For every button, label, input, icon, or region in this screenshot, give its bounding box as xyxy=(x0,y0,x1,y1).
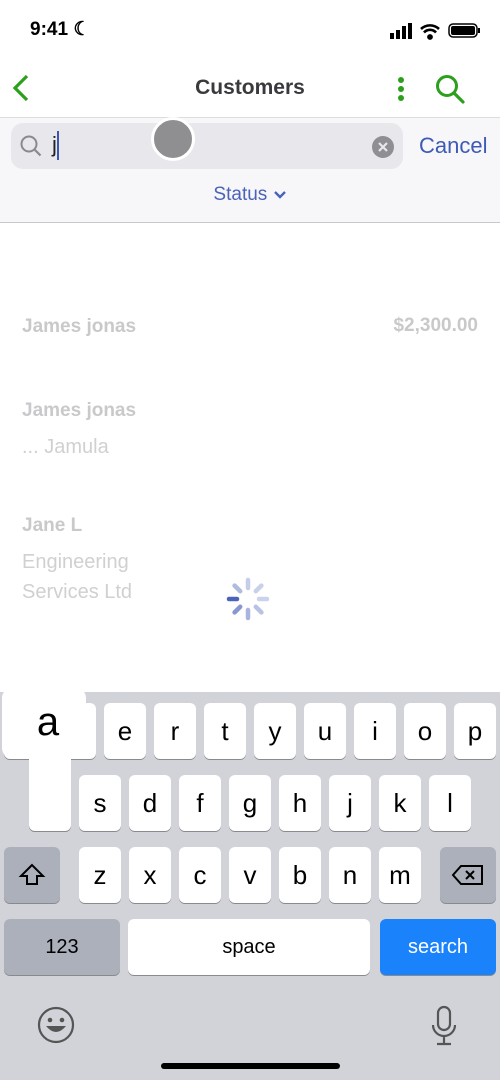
magnifier-icon xyxy=(20,135,42,157)
touch-indicator xyxy=(151,117,195,161)
key-u[interactable]: u xyxy=(304,703,346,759)
key-o[interactable]: o xyxy=(404,703,446,759)
key-p[interactable]: p xyxy=(454,703,496,759)
time: 9:41 xyxy=(30,19,69,40)
key-e[interactable]: e xyxy=(104,703,146,759)
space-key[interactable]: space xyxy=(128,919,370,975)
key-popup-letter: a xyxy=(36,700,60,744)
emoji-icon[interactable] xyxy=(36,1005,76,1045)
customer-amount: $2,300.00 xyxy=(393,315,478,336)
customer-subtitle: Engineering Services Ltd xyxy=(22,551,133,603)
search-icon[interactable] xyxy=(434,73,466,105)
key-g[interactable]: g xyxy=(229,775,271,831)
status-icons xyxy=(390,23,480,40)
key-v[interactable]: v xyxy=(229,847,271,903)
key-n[interactable]: n xyxy=(329,847,371,903)
clear-icon[interactable] xyxy=(372,136,394,158)
shift-key[interactable] xyxy=(4,847,60,903)
key-k[interactable]: k xyxy=(379,775,421,831)
status-filter-dropdown[interactable]: Status xyxy=(0,184,500,206)
shift-icon xyxy=(18,863,46,885)
key-z[interactable]: z xyxy=(79,847,121,903)
more-vertical-icon[interactable] xyxy=(396,76,406,102)
cancel-button[interactable]: Cancel xyxy=(419,133,487,159)
key-s[interactable]: s xyxy=(79,775,121,831)
home-indicator xyxy=(161,1063,340,1069)
key-t[interactable]: t xyxy=(204,703,246,759)
moon-icon: ☾ xyxy=(73,19,91,40)
loading-spinner-icon xyxy=(226,577,270,621)
customer-name[interactable]: Jane L xyxy=(22,515,82,537)
key-c[interactable]: c xyxy=(179,847,221,903)
key-b[interactable]: b xyxy=(279,847,321,903)
key-popup-stem xyxy=(29,740,71,831)
signal-icon xyxy=(390,23,412,39)
key-r[interactable]: r xyxy=(154,703,196,759)
chevron-down-icon xyxy=(273,191,286,199)
key-f[interactable]: f xyxy=(179,775,221,831)
key-m[interactable]: m xyxy=(379,847,421,903)
search-input[interactable] xyxy=(11,123,403,169)
key-h[interactable]: h xyxy=(279,775,321,831)
backspace-key[interactable] xyxy=(440,847,496,903)
microphone-icon[interactable] xyxy=(428,1005,460,1047)
numbers-key[interactable]: 123 xyxy=(4,919,120,975)
backspace-icon xyxy=(451,865,483,885)
customer-subtitle: ... Jamula xyxy=(22,436,109,458)
wifi-icon xyxy=(420,24,440,40)
customer-name[interactable]: James jonas xyxy=(22,400,136,422)
key-i[interactable]: i xyxy=(354,703,396,759)
customer-name[interactable]: James jonas xyxy=(22,316,136,338)
key-j[interactable]: j xyxy=(329,775,371,831)
key-x[interactable]: x xyxy=(129,847,171,903)
key-d[interactable]: d xyxy=(129,775,171,831)
battery-icon xyxy=(448,23,480,38)
status-filter-label: Status xyxy=(213,184,268,205)
key-y[interactable]: y xyxy=(254,703,296,759)
key-l[interactable]: l xyxy=(429,775,471,831)
status-time: 9:41 ☾ xyxy=(30,18,90,41)
page-title: Customers xyxy=(195,76,305,99)
search-key[interactable]: search xyxy=(380,919,496,975)
text-caret xyxy=(57,131,59,160)
